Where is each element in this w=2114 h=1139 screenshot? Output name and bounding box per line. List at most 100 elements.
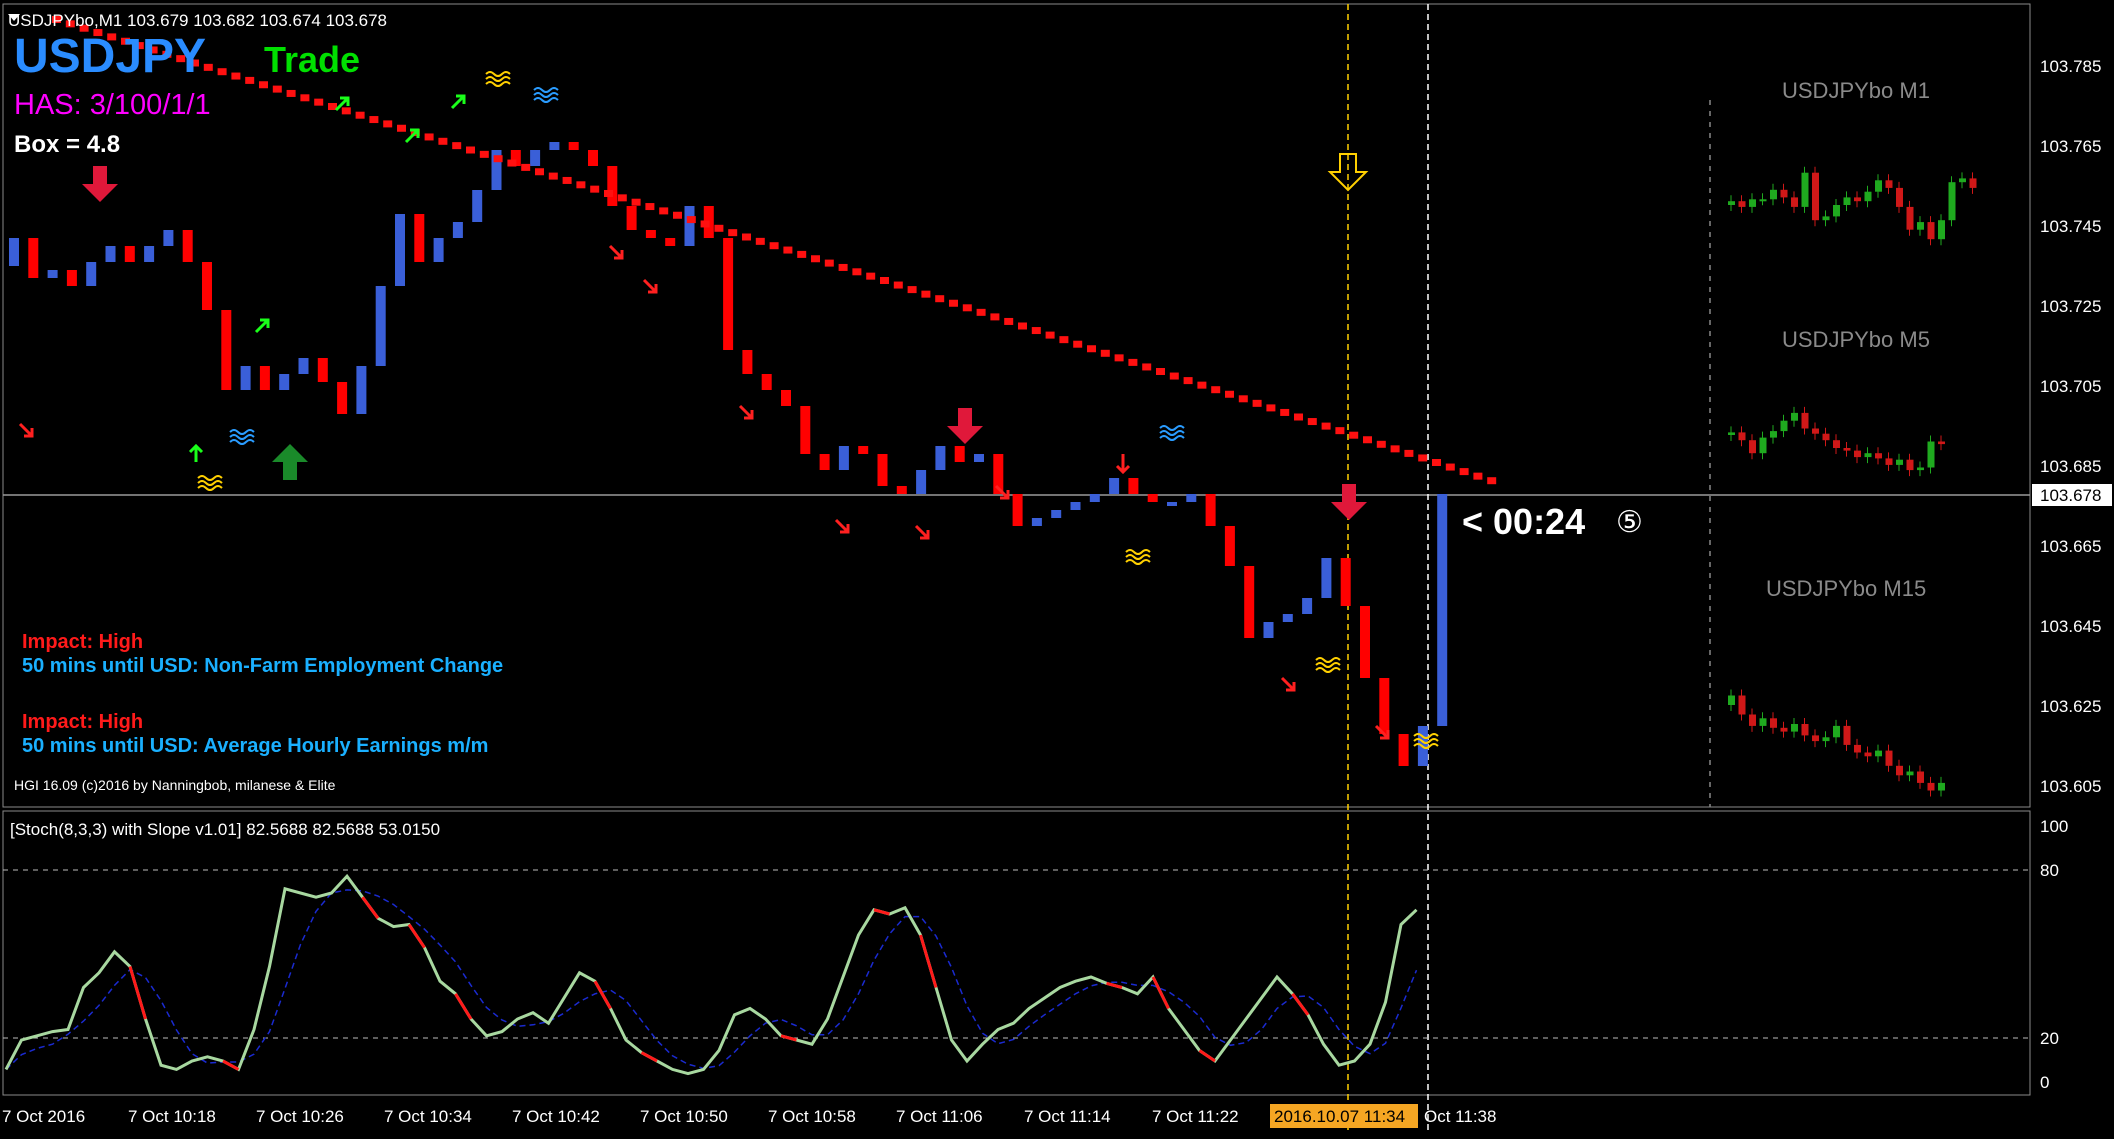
trend-dot [1087,345,1096,353]
candle [1070,502,1081,510]
trend-dot [866,272,876,280]
trend-dot [452,142,462,150]
time-tick: 7 Oct 10:50 [640,1107,728,1126]
trend-dot [1169,372,1179,380]
candle [588,150,598,166]
candle [954,446,965,462]
trend-dot [1335,427,1345,435]
trend-dot [1473,472,1483,480]
trend-dot [466,146,475,154]
candle [1089,494,1100,502]
candle [1379,678,1390,734]
price-tick: 103.665 [2040,537,2101,556]
mini-candle [1728,432,1735,435]
price-tick: 103.645 [2040,617,2101,636]
news-impact-2: Impact: High [22,711,143,733]
candle [452,222,463,238]
indicator-axis-20: 20 [2040,1029,2059,1048]
crosshair-time: 2016.10.07 11:34 [1274,1107,1405,1126]
candle [1302,598,1313,614]
mini-candle [1927,222,1935,240]
price-tick: 103.785 [2040,57,2101,76]
trend-dot [1073,340,1083,348]
trend-dot [1142,363,1152,371]
trend-dot [824,259,834,267]
trend-dot [742,233,751,241]
trend-dot [562,176,572,184]
candle [1205,494,1216,526]
trend-dot [880,277,889,284]
mini-candle [1959,178,1966,183]
candle [66,270,77,286]
trend-dot [217,68,227,76]
mini-candle [1833,725,1840,738]
candle [626,206,637,230]
trend-dot [300,94,310,102]
candle [607,166,618,206]
indicator-axis-100: 100 [2040,817,2068,836]
trend-dot [1432,459,1441,466]
mini-candle [1749,714,1756,726]
mini-candle [1843,448,1851,451]
trend-dot [1487,477,1497,485]
mini-candle [1906,459,1914,471]
symbol-line[interactable]: USDJPYbo,M1 103.679 103.682 103.674 103.… [8,11,387,30]
trend-dot [1004,317,1014,325]
mini-candle [1854,450,1861,458]
trend-dot [369,116,379,124]
candle [819,454,830,470]
chart-canvas[interactable]: USDJPYbo,M1 103.679 103.682 103.674 103.… [0,0,2114,1134]
candle [742,350,753,374]
mini-title-m15: USDJPYbo M15 [1766,576,1926,601]
trend-dot [1100,349,1110,357]
mini-title-m1: USDJPYbo M1 [1782,78,1930,103]
trend-dot [521,163,531,171]
candle [163,230,174,246]
mini-title-m5: USDJPYbo M5 [1782,327,1930,352]
candle [1147,494,1158,502]
trend-dot [769,242,779,250]
mini-candle [1938,441,1945,445]
trend-dot [1418,454,1428,462]
trend-dot [576,181,586,189]
trend-dot [783,246,793,254]
candle [916,470,927,494]
time-tick: Oct 11:38 [1424,1107,1496,1126]
time-tick: 7 Oct 10:18 [128,1107,216,1126]
trend-dot [1459,468,1469,476]
mini-candle [1801,172,1809,207]
trend-dot [893,281,903,289]
candle [337,382,348,414]
mini-candle [1864,752,1872,757]
trend-dot [1018,322,1027,330]
mini-candle [1791,412,1798,421]
indicator-title: [Stoch(8,3,3) with Slope v1.01] 82.5688 … [10,820,440,839]
candle [47,270,58,278]
trend-dot [700,220,710,228]
candle [317,358,328,382]
trend-dot [355,111,365,119]
time-tick: 7 Oct 10:26 [256,1107,344,1126]
trend-dot [424,133,434,141]
candle [1224,526,1235,566]
candle [395,214,405,286]
mini-candle [1854,744,1861,753]
trend-dot [1321,422,1331,430]
price-tick: 103.765 [2040,137,2101,156]
candle [1263,622,1274,638]
trade-mode: Trade [264,39,360,80]
trend-dot [1266,404,1276,412]
trend-dot [604,190,613,197]
candle [935,446,946,470]
indicator-axis-80: 80 [2040,861,2059,880]
mini-candle [1906,206,1914,230]
mini-candle [1885,180,1893,188]
candle [144,246,155,262]
mini-candle [1864,191,1872,202]
trend-dot [962,304,972,312]
mini-candle [1822,216,1830,221]
timeframe-glyph: ⑤ [1616,506,1643,539]
mini-candle [1875,180,1882,192]
trend-dot [245,76,255,84]
current-price-label: 103.678 [2040,486,2101,505]
